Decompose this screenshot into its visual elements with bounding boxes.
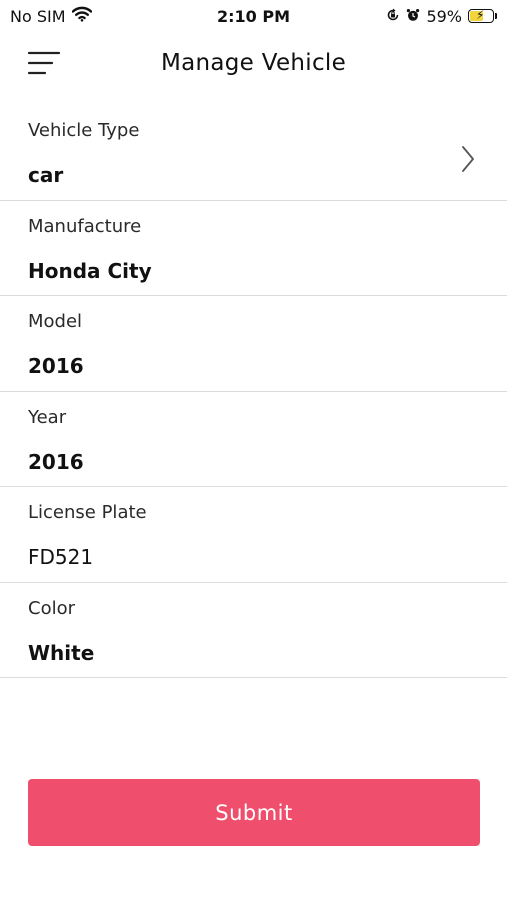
field-value[interactable]: 2016 (28, 354, 84, 378)
chevron-right-icon[interactable] (461, 145, 475, 173)
field-label: Model (28, 311, 83, 332)
field-label: Vehicle Type (28, 120, 140, 141)
submit-button[interactable]: Submit (28, 779, 480, 846)
battery-percent: 59% (426, 6, 462, 26)
year-field[interactable]: Year 2016 (0, 392, 507, 487)
field-label: Year (28, 406, 67, 428)
manufacture-field[interactable]: Manufacture Honda City (0, 201, 507, 296)
header: Manage Vehicle (0, 34, 507, 94)
charging-bolt-icon: ⚡ (476, 9, 485, 22)
field-value[interactable]: FD521 (28, 545, 93, 569)
battery-cap (495, 13, 497, 19)
field-value[interactable]: Honda City (28, 259, 152, 283)
color-field[interactable]: Color White (0, 583, 507, 678)
battery-body: ⚡ (468, 9, 494, 23)
battery-charging-icon: ⚡ (468, 9, 497, 23)
field-label: License Plate (28, 502, 147, 523)
status-left: No SIM (10, 6, 92, 26)
field-label: Manufacture (28, 215, 142, 237)
model-field[interactable]: Model 2016 (0, 296, 507, 392)
vehicle-type-field[interactable]: Vehicle Type car (0, 105, 507, 201)
orientation-lock-icon (386, 7, 400, 26)
status-right: 59% ⚡ (386, 7, 497, 26)
license-plate-field[interactable]: License Plate FD521 (0, 487, 507, 583)
carrier-label: No SIM (10, 6, 66, 26)
field-label: Color (28, 597, 75, 619)
field-value[interactable]: White (28, 641, 94, 665)
page-title: Manage Vehicle (160, 50, 347, 76)
vehicle-form: Vehicle Type car Manufacture Honda City … (0, 105, 507, 678)
status-bar: No SIM 2:10 PM 59% ⚡ (0, 0, 507, 32)
status-time: 2:10 PM (216, 6, 291, 26)
alarm-icon (406, 7, 420, 26)
wifi-icon (71, 6, 92, 26)
manage-vehicle-screen: No SIM 2:10 PM 59% ⚡ Manage Vehicle Vehi… (0, 0, 507, 900)
field-value[interactable]: 2016 (28, 450, 84, 474)
field-value: car (28, 163, 64, 187)
